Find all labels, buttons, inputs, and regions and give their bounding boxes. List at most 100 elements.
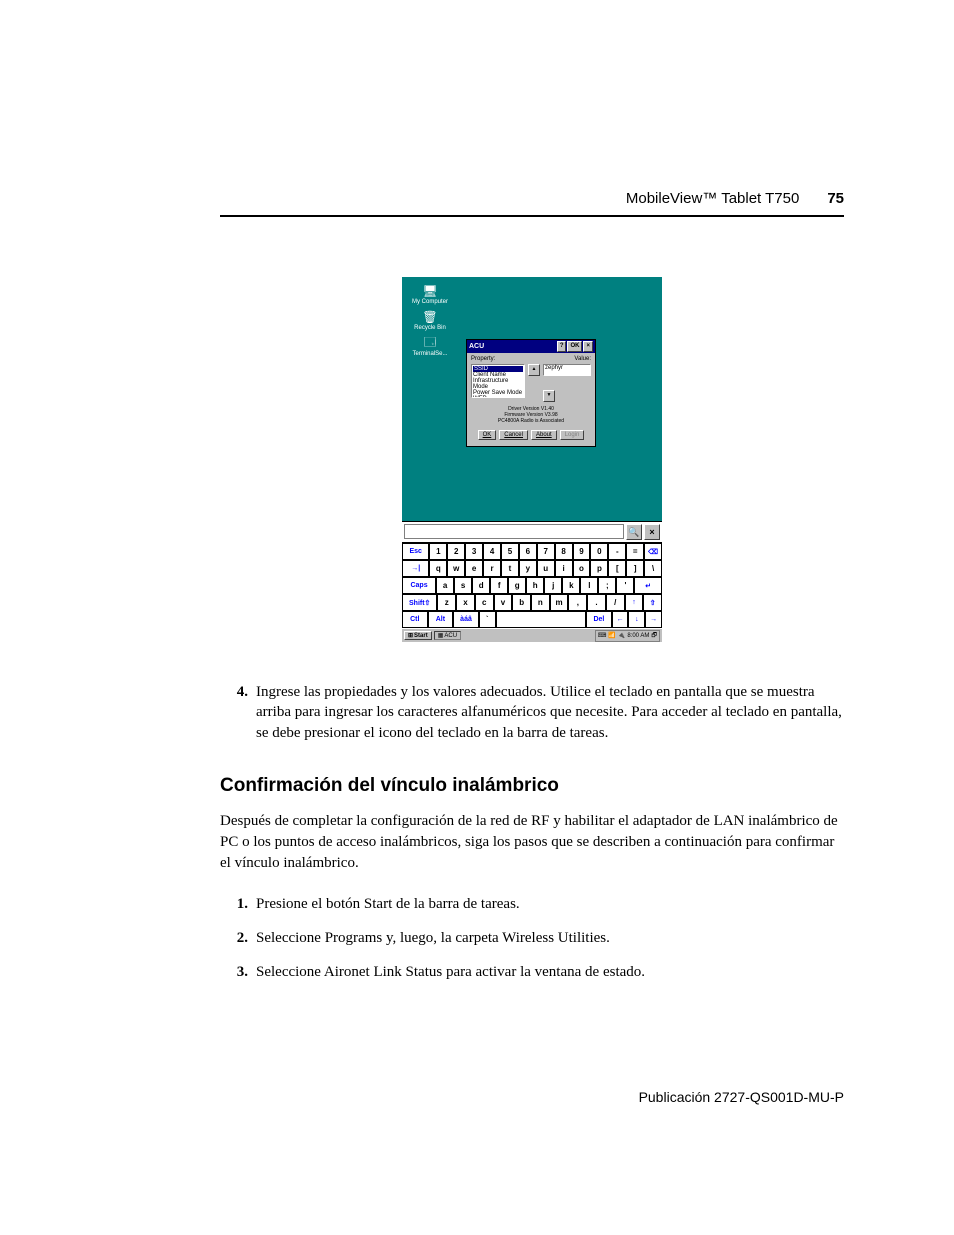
osk-text-input[interactable] — [404, 524, 624, 539]
key[interactable]: k — [562, 577, 580, 594]
key[interactable]: j — [544, 577, 562, 594]
key[interactable]: z — [437, 594, 456, 611]
key[interactable]: 5 — [501, 543, 519, 560]
scroll-down-icon[interactable]: ▼ — [543, 390, 555, 402]
key-shift-right[interactable]: ⇧ — [643, 594, 662, 611]
key[interactable]: / — [606, 594, 625, 611]
key[interactable]: v — [494, 594, 513, 611]
acu-titlebar[interactable]: ACU ? OK × — [467, 340, 595, 353]
acu-status-text: Driver Version V1.40 Firmware Version V3… — [471, 406, 591, 424]
key[interactable]: s — [454, 577, 472, 594]
help-button[interactable]: ? — [557, 341, 567, 352]
keyboard-row: Caps a s d f g h j k l ; ' ↵ — [402, 577, 662, 594]
key-space[interactable] — [496, 611, 587, 628]
tray-icon[interactable]: ⌨ — [598, 632, 607, 639]
key[interactable]: u — [537, 560, 555, 577]
key-enter[interactable]: ↵ — [634, 577, 662, 594]
key[interactable]: 8 — [555, 543, 573, 560]
key[interactable]: \ — [644, 560, 662, 577]
key[interactable]: 2 — [447, 543, 465, 560]
key[interactable]: t — [501, 560, 519, 577]
key-tab[interactable]: →| — [402, 560, 429, 577]
close-button[interactable]: × — [583, 341, 593, 352]
list-item: 2. Seleccione Programs y, luego, la carp… — [220, 928, 844, 948]
key-right[interactable]: → — [645, 611, 662, 628]
key[interactable]: 3 — [465, 543, 483, 560]
key-shift[interactable]: Shift⇧ — [402, 594, 437, 611]
key-del[interactable]: Del — [586, 611, 612, 628]
key[interactable]: 7 — [537, 543, 555, 560]
value-label: Value: — [574, 356, 591, 362]
value-input[interactable]: zephyr — [543, 364, 591, 376]
key-alt[interactable]: Alt — [428, 611, 454, 628]
property-listbox[interactable]: SSID Client Name Infrastructure Mode Pow… — [471, 364, 525, 398]
desktop-icon-terminal-services[interactable]: 🗔 TerminalSe... — [408, 335, 452, 357]
acu-title-text: ACU — [469, 343, 484, 350]
key[interactable]: w — [447, 560, 465, 577]
key[interactable]: ; — [598, 577, 616, 594]
search-icon[interactable]: 🔍 — [626, 524, 642, 540]
key-esc[interactable]: Esc — [402, 543, 429, 560]
list-item: 3. Seleccione Aironet Link Status para a… — [220, 962, 844, 982]
key-ctrl[interactable]: Ctl — [402, 611, 428, 628]
scroll-up-icon[interactable]: ▲ — [528, 364, 540, 376]
key[interactable]: 6 — [519, 543, 537, 560]
key[interactable]: e — [465, 560, 483, 577]
desktop-icon[interactable]: 🗗 — [651, 631, 657, 641]
osk-input-row: 🔍 × — [402, 521, 662, 542]
key[interactable]: - — [608, 543, 626, 560]
key[interactable]: 1 — [429, 543, 447, 560]
step-list: 1. Presione el botón Start de la barra d… — [220, 894, 844, 983]
app-icon: ▦ — [438, 632, 444, 639]
key-accents[interactable]: àáâ — [453, 611, 479, 628]
key[interactable]: 0 — [590, 543, 608, 560]
key[interactable]: r — [483, 560, 501, 577]
key-left[interactable]: ← — [612, 611, 629, 628]
list-item[interactable]: Infrastructure Mode — [473, 378, 523, 390]
key[interactable]: ] — [626, 560, 644, 577]
desktop-icon-my-computer[interactable]: 🖥 My Computer — [408, 283, 452, 305]
key[interactable]: h — [526, 577, 544, 594]
desktop-icon-recycle-bin[interactable]: 🗑 Recycle Bin — [408, 309, 452, 331]
key[interactable]: x — [456, 594, 475, 611]
system-tray[interactable]: ⌨ 📶 🔌 8:00 AM 🗗 — [595, 630, 660, 642]
tray-icon[interactable]: 🔌 — [618, 632, 625, 639]
key[interactable]: f — [490, 577, 508, 594]
key[interactable]: [ — [608, 560, 626, 577]
about-button[interactable]: About — [531, 430, 557, 440]
close-icon[interactable]: × — [644, 524, 660, 540]
cancel-button[interactable]: Cancel — [499, 430, 528, 440]
key[interactable]: d — [472, 577, 490, 594]
key[interactable]: ' — [616, 577, 634, 594]
clock: 8:00 AM — [627, 633, 649, 639]
key[interactable]: g — [508, 577, 526, 594]
key[interactable]: q — [429, 560, 447, 577]
list-item[interactable]: WEP — [473, 396, 523, 398]
key[interactable]: , — [568, 594, 587, 611]
key-caps[interactable]: Caps — [402, 577, 436, 594]
key-backspace[interactable]: ⌫ — [644, 543, 662, 560]
key[interactable]: n — [531, 594, 550, 611]
key[interactable]: c — [475, 594, 494, 611]
key[interactable]: m — [550, 594, 569, 611]
key[interactable]: o — [573, 560, 591, 577]
start-button[interactable]: ⊞ Start — [404, 631, 432, 640]
key[interactable]: i — [555, 560, 573, 577]
property-label: Property: — [471, 356, 495, 362]
key[interactable]: . — [587, 594, 606, 611]
key[interactable]: l — [580, 577, 598, 594]
key[interactable]: 4 — [483, 543, 501, 560]
key[interactable]: p — [590, 560, 608, 577]
key[interactable]: b — [512, 594, 531, 611]
ok-button[interactable]: OK — [478, 430, 497, 440]
key[interactable]: ` — [479, 611, 496, 628]
tray-icon[interactable]: 📶 — [608, 632, 615, 639]
key-up[interactable]: ↑ — [625, 594, 644, 611]
key-down[interactable]: ↓ — [628, 611, 645, 628]
key[interactable]: a — [436, 577, 454, 594]
ok-titlebar-button[interactable]: OK — [567, 341, 582, 352]
taskbar-task-acu[interactable]: ▦ ACU — [434, 631, 461, 640]
key[interactable]: 9 — [573, 543, 591, 560]
key[interactable]: y — [519, 560, 537, 577]
key[interactable]: = — [626, 543, 644, 560]
